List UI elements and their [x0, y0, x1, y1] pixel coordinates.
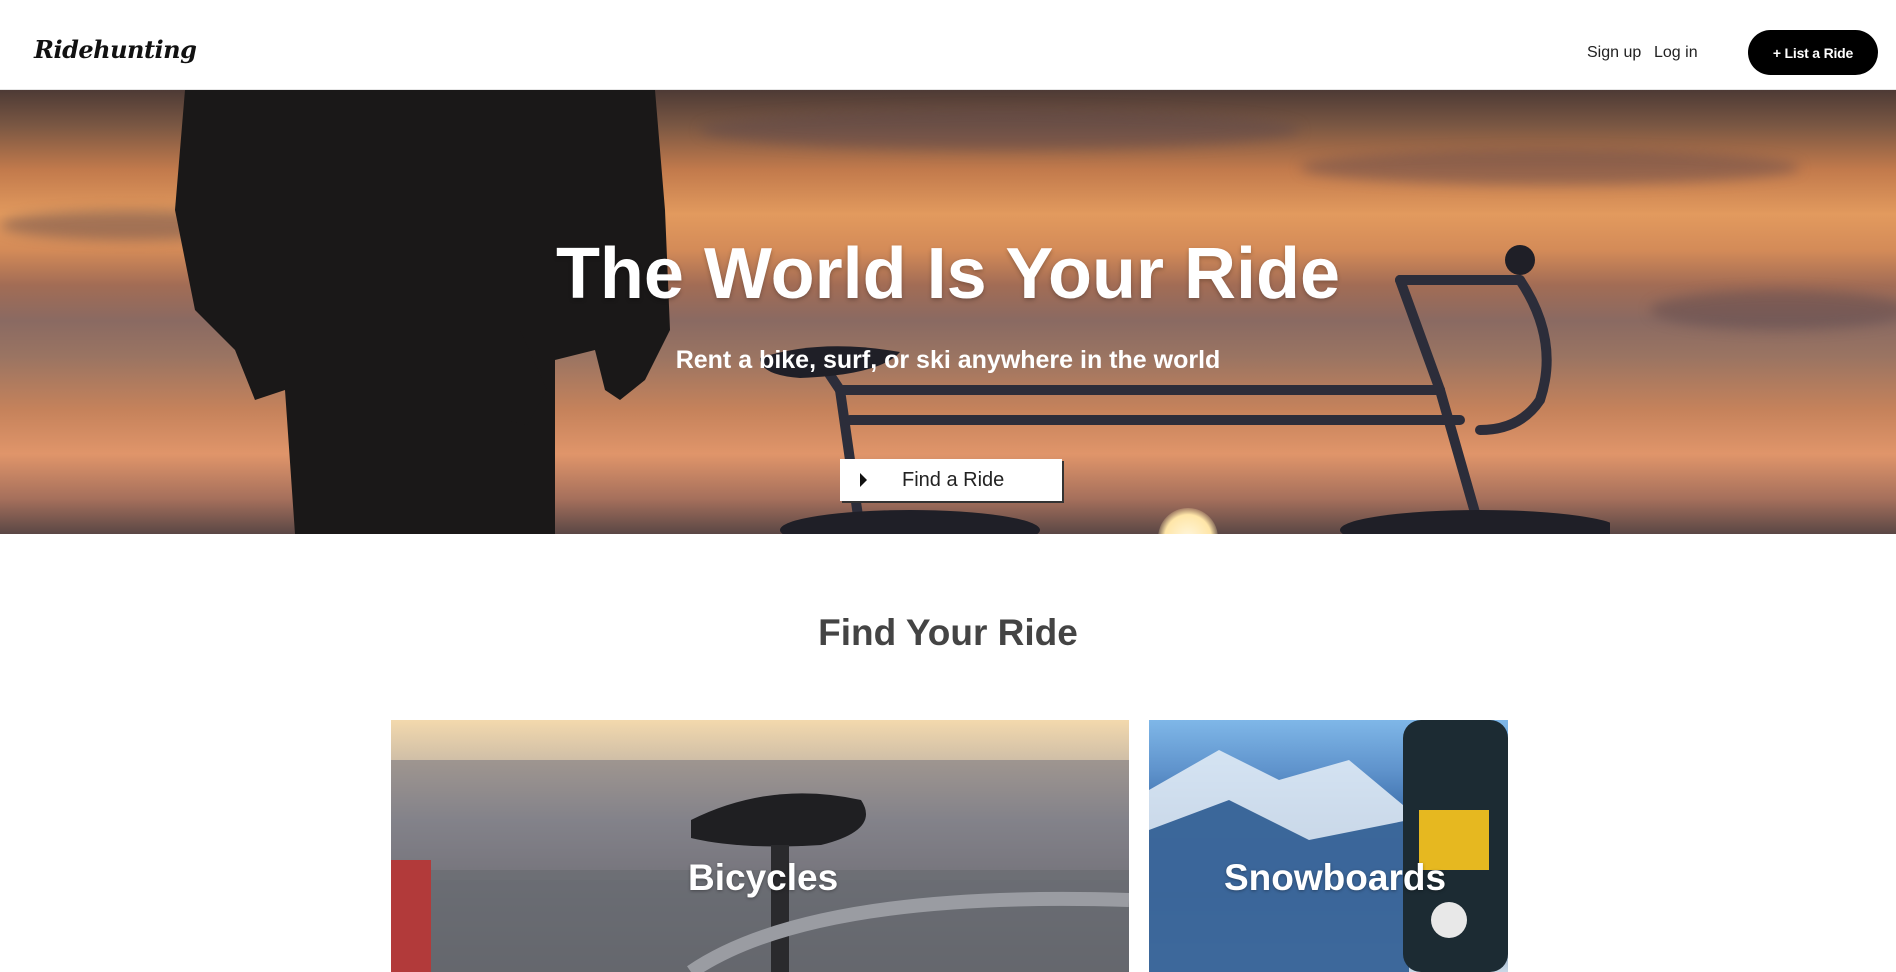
- list-a-ride-button[interactable]: + List a Ride: [1748, 30, 1878, 75]
- hero-cloud: [1300, 150, 1800, 185]
- site-header: Ridehunting Sign up Log in + List a Ride: [0, 0, 1896, 90]
- bicycle-seat-image: [391, 760, 1129, 972]
- snowboard-image: [1149, 720, 1508, 972]
- card-label-bicycles: Bicycles: [688, 857, 839, 898]
- find-a-ride-label: Find a Ride: [902, 469, 1005, 491]
- hero-banner: The World Is Your Ride Rent a bike, surf…: [0, 90, 1896, 534]
- category-card-bicycles[interactable]: Bicycles: [391, 720, 1129, 972]
- hero-cloud: [700, 110, 1300, 150]
- hero-subtitle: Rent a bike, surf, or ski anywhere in th…: [675, 346, 1221, 374]
- signup-link[interactable]: Sign up: [1587, 43, 1641, 63]
- find-a-ride-button[interactable]: Find a Ride: [840, 459, 1062, 501]
- card-label-snowboards: Snowboards: [1224, 857, 1447, 898]
- play-icon: [860, 473, 867, 487]
- site-logo[interactable]: Ridehunting: [34, 34, 197, 66]
- login-link[interactable]: Log in: [1654, 43, 1698, 63]
- section-title: Find Your Ride: [818, 612, 1078, 653]
- hero-title: The World Is Your Ride: [555, 234, 1341, 314]
- category-card-snowboards[interactable]: Snowboards: [1149, 720, 1508, 972]
